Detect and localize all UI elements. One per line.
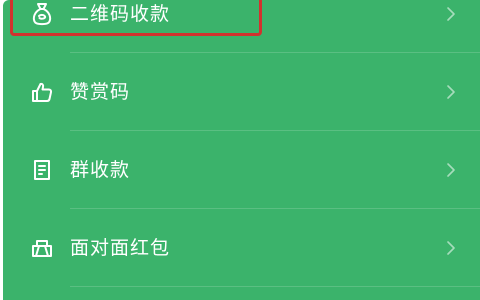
group-receipt-icon xyxy=(29,157,55,183)
menu-item-label: 群收款 xyxy=(70,159,131,181)
wallet-services-screen: 二维码收款 赞赏码 群收款 面对面红包 xyxy=(0,0,480,300)
divider xyxy=(70,286,480,287)
menu-item-face-to-face-red-packet[interactable]: 面对面红包 xyxy=(3,216,480,280)
menu-item-group-payment[interactable]: 群收款 xyxy=(3,138,480,202)
red-packet-icon xyxy=(29,235,55,261)
thumbs-up-icon xyxy=(29,79,55,105)
chevron-right-icon xyxy=(447,7,455,21)
menu-item-label: 二维码收款 xyxy=(70,3,171,25)
chevron-right-icon xyxy=(447,241,455,255)
menu-item-label: 面对面红包 xyxy=(70,237,171,259)
menu-item-qr-code-payment[interactable]: 二维码收款 xyxy=(3,0,480,46)
menu-item-label: 赞赏码 xyxy=(70,81,131,103)
money-bag-icon xyxy=(29,1,55,27)
menu-item-appreciation-code[interactable]: 赞赏码 xyxy=(3,60,480,124)
divider xyxy=(70,208,480,209)
chevron-right-icon xyxy=(447,163,455,177)
divider xyxy=(70,52,480,53)
chevron-right-icon xyxy=(447,85,455,99)
divider xyxy=(70,130,480,131)
